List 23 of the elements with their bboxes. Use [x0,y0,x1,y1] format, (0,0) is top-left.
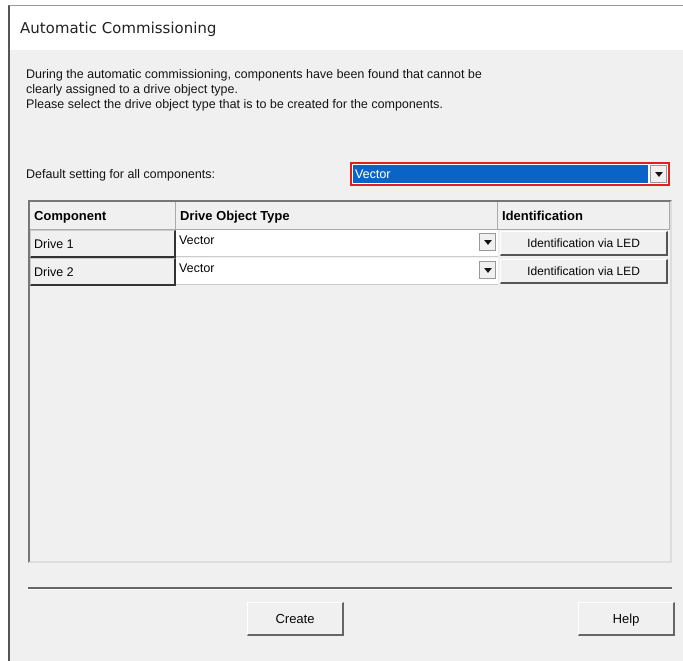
column-header: Drive Object Type [176,202,498,230]
drive-type-dropdown[interactable]: Vector [176,230,498,257]
dropdown-arrow-icon [484,268,492,272]
component-cell: Drive 1 [30,230,176,258]
dropdown-button[interactable] [479,261,496,279]
default-type-dropdown[interactable]: Vector [350,162,670,186]
drive-type-dropdown[interactable]: Vector [176,258,498,285]
instruction-text: Please select the drive object type that is to be created for the components. [26,97,444,112]
default-setting-label: Default setting for all components: [26,167,216,181]
dropdown-arrow-icon [654,172,662,176]
help-button[interactable]: Help [578,602,675,636]
identification-button[interactable]: Identification via LED [500,231,668,256]
dropdown-button[interactable] [650,165,667,183]
dropdown-arrow-icon [484,240,492,244]
dropdown-button[interactable] [479,233,496,251]
window-title: Automatic Commissioning [20,19,216,37]
identification-button[interactable]: Identification via LED [500,259,668,284]
component-cell: Drive 2 [30,258,176,286]
instruction-text: During the automatic commissioning, components have been found that cannot be [26,67,483,82]
instruction-text: clearly assigned to a drive object type. [26,82,239,97]
column-header: Component [30,202,176,230]
column-header: Identification [498,202,670,230]
create-button[interactable]: Create [247,602,344,636]
